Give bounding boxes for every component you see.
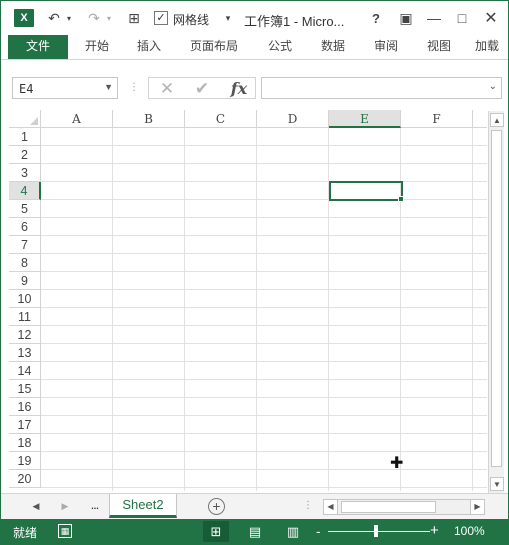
row-header[interactable]: 15	[9, 380, 41, 398]
minimize-icon[interactable]: —	[424, 9, 444, 27]
column-header-f[interactable]: F	[401, 110, 473, 128]
ribbon-divider	[1, 59, 508, 60]
worksheet-grid[interactable]: A B C D E F 1 2 3 4 5 6 7 8 9 10 11 12 1…	[9, 110, 487, 491]
row-header[interactable]: 3	[9, 164, 41, 182]
row-header[interactable]: 8	[9, 254, 41, 272]
zoom-slider-thumb[interactable]	[374, 525, 378, 537]
vertical-scrollbar[interactable]: ▲ ▼	[488, 111, 504, 493]
zoom-in-button[interactable]: +	[430, 522, 439, 539]
select-all-triangle-icon	[30, 117, 38, 125]
help-button[interactable]: ?	[366, 9, 386, 27]
select-all-button[interactable]	[9, 110, 41, 128]
scroll-right-icon[interactable]: ▶	[470, 500, 484, 514]
tab-review[interactable]: 审阅	[369, 35, 403, 59]
window-title: 工作簿1 - Micro...	[244, 14, 345, 29]
maximize-icon[interactable]: □	[452, 9, 472, 27]
ribbon-display-icon[interactable]: ▣	[396, 9, 416, 27]
row-header[interactable]: 17	[9, 416, 41, 434]
ribbon-tabs: 文件 开始 插入 页面布局 公式 数据 审阅 视图 加载	[1, 35, 508, 59]
tab-formulas[interactable]: 公式	[263, 35, 297, 59]
more-sheets-button[interactable]: ...	[86, 499, 104, 513]
previous-sheet-icon[interactable]: ◀	[29, 499, 43, 513]
row-header[interactable]: 12	[9, 326, 41, 344]
normal-view-button[interactable]: ⊞	[203, 521, 229, 542]
gridlines-checkbox[interactable]: ✓	[154, 11, 168, 25]
row-header[interactable]: 7	[9, 236, 41, 254]
insert-function-button[interactable]: fx	[225, 79, 253, 98]
close-icon[interactable]: ✕	[481, 9, 501, 27]
formula-input[interactable]: ⌄	[261, 77, 502, 99]
row-header[interactable]: 1	[9, 128, 41, 146]
formula-buttons: ✕ ✔ fx	[148, 77, 256, 99]
row-header[interactable]: 19	[9, 452, 41, 470]
row-header[interactable]: 10	[9, 290, 41, 308]
tab-addins[interactable]: 加载	[475, 35, 508, 59]
column-header-d[interactable]: D	[257, 110, 329, 128]
row-header[interactable]: 5	[9, 200, 41, 218]
tab-split-handle[interactable]: ⋮	[303, 500, 313, 511]
tab-view[interactable]: 视图	[422, 35, 456, 59]
next-sheet-icon[interactable]: ▶	[58, 499, 72, 513]
status-bar: 就绪 ▦ ⊞ ▤ ▥ - + 100%	[1, 519, 508, 544]
row-header[interactable]: 18	[9, 434, 41, 452]
column-header-c[interactable]: C	[185, 110, 257, 128]
sheet-tab-bar: ◀ ▶ ... Sheet2 + ⋮ ◀ ▶	[1, 493, 508, 519]
cell-area[interactable]	[41, 128, 487, 491]
cell-cursor-icon: ✚	[390, 455, 404, 472]
row-header[interactable]: 9	[9, 272, 41, 290]
row-header[interactable]: 14	[9, 362, 41, 380]
expand-formula-icon[interactable]: ⌄	[489, 81, 497, 92]
row-header[interactable]: 20	[9, 470, 41, 488]
scroll-down-icon[interactable]: ▼	[490, 477, 504, 491]
enter-check-icon[interactable]: ✔	[188, 79, 216, 98]
column-header-b[interactable]: B	[113, 110, 185, 128]
row-header[interactable]: 2	[9, 146, 41, 164]
page-break-view-button[interactable]: ▥	[280, 521, 306, 542]
tab-insert[interactable]: 插入	[132, 35, 166, 59]
column-header-g[interactable]	[473, 110, 487, 128]
title-bar: X ↶ ▾ ↷ ▾ ⊞ ✓ 网格线 ▾ 工作簿1 - Micro... ? ▣ …	[1, 1, 508, 35]
row-header[interactable]: 13	[9, 344, 41, 362]
zoom-slider[interactable]	[328, 531, 430, 532]
excel-window: X ↶ ▾ ↷ ▾ ⊞ ✓ 网格线 ▾ 工作簿1 - Micro... ? ▣ …	[0, 0, 509, 545]
row-header[interactable]: 6	[9, 218, 41, 236]
customize-toolbar-icon[interactable]: ▾	[223, 9, 233, 27]
tab-file[interactable]: 文件	[8, 35, 68, 59]
grid-icon[interactable]: ⊞	[125, 9, 143, 27]
scroll-left-icon[interactable]: ◀	[324, 500, 338, 514]
undo-icon[interactable]: ↶	[45, 9, 63, 27]
active-cell-e4[interactable]	[329, 181, 403, 201]
horizontal-scroll-thumb[interactable]	[341, 501, 436, 513]
name-box[interactable]: E4 ▼	[12, 77, 118, 99]
column-header-e[interactable]: E	[329, 110, 401, 128]
splitter-handle[interactable]: ⋮	[129, 81, 139, 95]
column-header-a[interactable]: A	[41, 110, 113, 128]
status-text: 就绪	[13, 526, 38, 540]
tab-page-layout[interactable]: 页面布局	[187, 35, 241, 59]
chevron-down-icon[interactable]: ▼	[104, 82, 113, 92]
redo-icon[interactable]: ↷	[85, 9, 103, 27]
zoom-out-button[interactable]: -	[316, 523, 321, 539]
row-header-selected[interactable]: 4	[9, 182, 41, 200]
page-layout-view-button[interactable]: ▤	[242, 521, 268, 542]
zoom-level[interactable]: 100%	[454, 524, 485, 538]
excel-icon[interactable]: X	[14, 9, 34, 27]
add-sheet-button[interactable]: +	[208, 498, 225, 515]
macro-record-icon[interactable]: ▦	[58, 524, 72, 538]
fill-handle[interactable]	[398, 196, 404, 202]
name-box-value: E4	[19, 82, 34, 96]
horizontal-scrollbar[interactable]: ◀ ▶	[323, 499, 485, 515]
row-header[interactable]: 11	[9, 308, 41, 326]
sheet-tab-active[interactable]: Sheet2	[109, 494, 177, 518]
tab-data[interactable]: 数据	[316, 35, 350, 59]
undo-dropdown-icon[interactable]: ▾	[65, 9, 73, 27]
scroll-up-icon[interactable]: ▲	[490, 113, 504, 127]
gridlines-label: 网格线	[173, 13, 210, 27]
row-header[interactable]: 16	[9, 398, 41, 416]
vertical-scroll-thumb[interactable]	[491, 130, 502, 467]
tab-home[interactable]: 开始	[80, 35, 114, 59]
redo-dropdown-icon[interactable]: ▾	[105, 9, 113, 27]
cancel-icon[interactable]: ✕	[153, 79, 181, 98]
